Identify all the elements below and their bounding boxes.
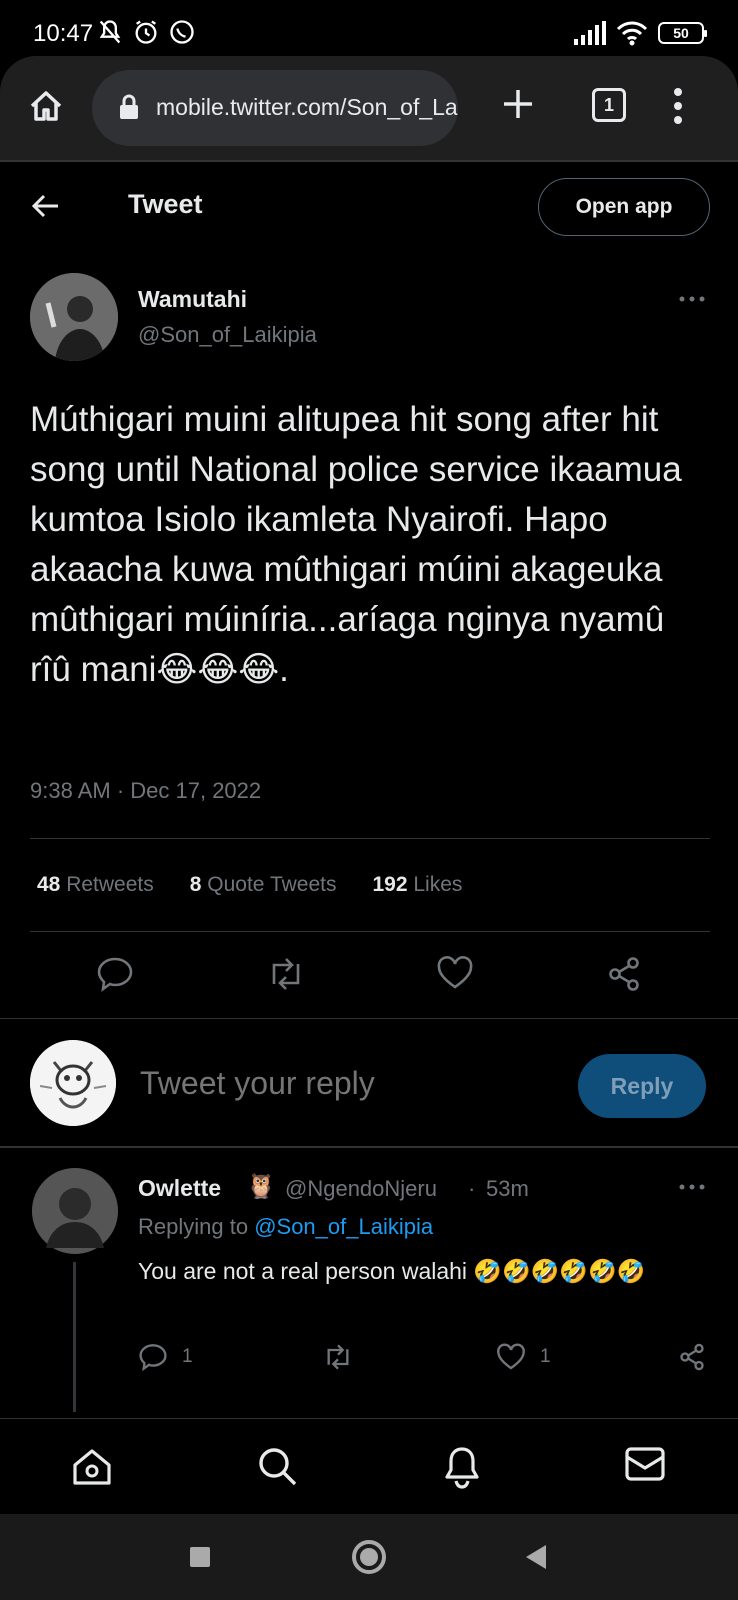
status-notification-icons xyxy=(96,18,196,46)
reply-retweet-action[interactable] xyxy=(322,1343,354,1371)
share-icon xyxy=(680,1343,704,1371)
likes-stat[interactable]: 192 Likes xyxy=(372,873,462,897)
tweet-text: Múthigari muini alitupea hit song after … xyxy=(30,400,682,689)
person-photo-icon xyxy=(30,273,118,361)
cartoon-avatar-icon xyxy=(30,1040,116,1126)
divider xyxy=(30,931,710,932)
retweets-count: 48 xyxy=(37,873,61,896)
wifi-icon xyxy=(616,21,648,46)
like-count: 1 xyxy=(540,1346,551,1367)
tweet-actions xyxy=(0,952,738,1002)
like-icon xyxy=(497,1343,525,1370)
home-icon[interactable] xyxy=(70,1445,114,1489)
reply-icon xyxy=(139,1344,167,1371)
bottom-navigation xyxy=(0,1418,738,1514)
replying-prefix: Replying to xyxy=(138,1214,255,1239)
reply-share-action[interactable] xyxy=(678,1343,706,1371)
tab-count: 1 xyxy=(603,94,614,115)
likes-label: Likes xyxy=(413,873,463,896)
retweet-icon[interactable] xyxy=(266,956,306,992)
status-time: 10:47 xyxy=(33,20,94,47)
system-navigation-bar xyxy=(0,1514,738,1600)
notifications-icon[interactable] xyxy=(442,1445,482,1489)
whatsapp-icon xyxy=(170,20,194,44)
battery-level: 50 xyxy=(673,25,689,41)
reply-text: You are not a real person walahi 🤣🤣🤣🤣🤣🤣 xyxy=(138,1258,646,1284)
likes-count: 192 xyxy=(372,873,408,896)
search-icon[interactable] xyxy=(256,1445,298,1487)
more-options-icon[interactable] xyxy=(678,295,706,303)
divider xyxy=(0,1146,738,1148)
back-arrow-icon[interactable] xyxy=(30,190,62,222)
reply-author-name[interactable]: Owlette xyxy=(138,1175,221,1202)
reply-author-avatar[interactable] xyxy=(32,1168,118,1254)
like-icon[interactable] xyxy=(436,956,474,990)
replying-to: Replying to @Son_of_Laikipia xyxy=(138,1214,433,1240)
divider xyxy=(30,838,710,839)
reply-like-action[interactable]: 1 xyxy=(496,1343,551,1371)
reply-reply-action[interactable]: 1 xyxy=(138,1343,193,1371)
quote-tweets-stat[interactable]: 8 Quote Tweets xyxy=(190,873,337,897)
owl-emoji: 🦉 xyxy=(246,1173,276,1200)
system-home-icon[interactable] xyxy=(352,1540,386,1574)
browser-home-icon[interactable] xyxy=(26,86,66,126)
thread-line xyxy=(73,1262,76,1412)
reply-age[interactable]: 53m xyxy=(486,1176,529,1202)
browser-toolbar: mobile.twitter.com/Son_of_Laikipia 1 xyxy=(0,56,738,162)
muted-bell-icon xyxy=(99,20,121,44)
tweet-timestamp[interactable]: 9:38 AM · Dec 17, 2022 xyxy=(30,778,261,804)
address-bar[interactable]: mobile.twitter.com/Son_of_Laikipia xyxy=(92,70,458,146)
retweets-label: Retweets xyxy=(66,873,154,896)
share-icon[interactable] xyxy=(606,956,642,992)
status-bar: 10:47 50 xyxy=(0,0,738,60)
separator-dot: · xyxy=(468,1176,476,1201)
page-header: Tweet Open app xyxy=(0,162,738,252)
tab-switcher-button[interactable]: 1 xyxy=(592,88,626,122)
battery-icon: 50 xyxy=(658,22,707,44)
signal-icon xyxy=(574,21,606,45)
open-app-button[interactable]: Open app xyxy=(538,178,710,236)
more-options-icon[interactable] xyxy=(678,1183,706,1191)
retweet-icon xyxy=(327,1344,349,1370)
quotes-label: Quote Tweets xyxy=(207,873,337,896)
system-back-icon[interactable] xyxy=(526,1545,546,1569)
my-avatar[interactable] xyxy=(30,1040,116,1126)
page-title: Tweet xyxy=(128,189,203,219)
reply-icon[interactable] xyxy=(96,956,134,992)
author-name[interactable]: Wamutahi xyxy=(138,286,247,313)
messages-icon[interactable] xyxy=(624,1445,666,1483)
reply-author-handle[interactable]: @NgendoNjeru xyxy=(285,1176,437,1202)
browser-menu-icon[interactable] xyxy=(672,86,684,126)
quotes-count: 8 xyxy=(189,873,202,896)
author-avatar[interactable] xyxy=(30,273,118,361)
new-tab-icon[interactable] xyxy=(500,86,536,122)
tweet-stats: 48 Retweets 8 Quote Tweets 192 Likes xyxy=(37,873,462,897)
author-handle[interactable]: @Son_of_Laikipia xyxy=(138,322,317,348)
reply-actions: 1 1 xyxy=(0,1343,738,1383)
lock-icon xyxy=(120,94,138,119)
status-system-icons: 50 xyxy=(572,20,707,46)
url-text: mobile.twitter.com/Son_of_Laikipia xyxy=(156,94,458,120)
reply-input[interactable] xyxy=(140,1065,540,1102)
alarm-icon xyxy=(135,20,157,44)
divider xyxy=(0,1018,738,1019)
person-photo-icon xyxy=(32,1168,118,1254)
replying-to-mention[interactable]: @Son_of_Laikipia xyxy=(254,1214,433,1239)
retweets-stat[interactable]: 48 Retweets xyxy=(37,873,154,897)
reply-count: 1 xyxy=(182,1346,193,1367)
recents-icon[interactable] xyxy=(190,1547,210,1567)
reply-button[interactable]: Reply xyxy=(578,1054,706,1118)
